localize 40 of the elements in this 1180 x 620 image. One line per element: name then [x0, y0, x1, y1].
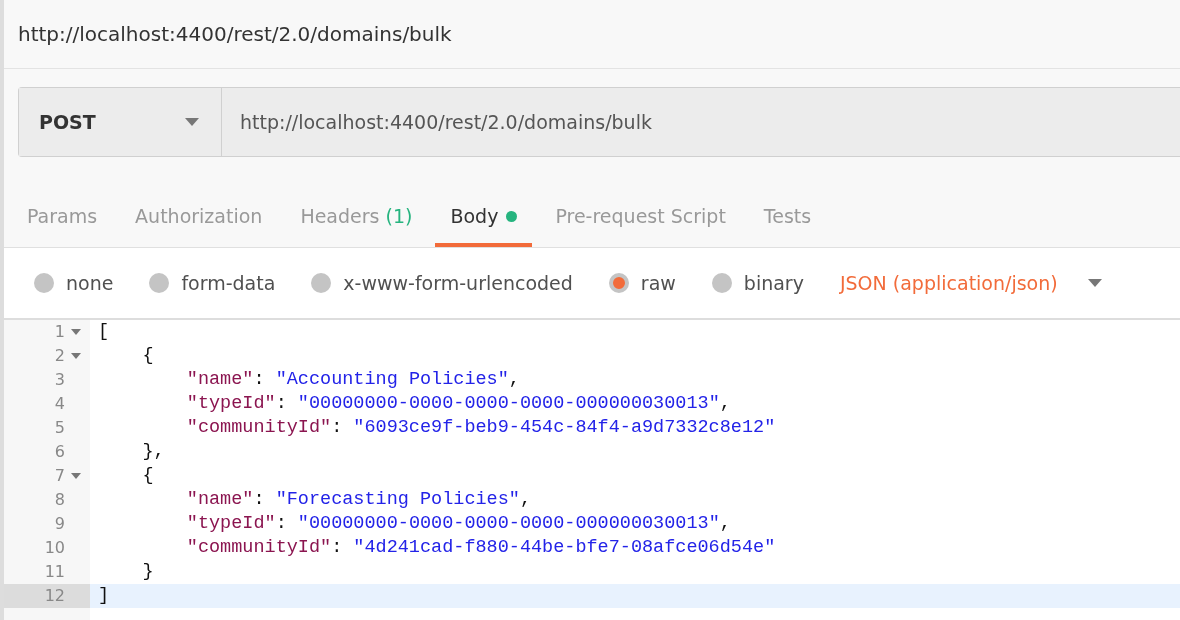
line-number: 12: [44, 585, 65, 607]
line-number: 10: [44, 537, 65, 559]
code-line: },: [141, 440, 165, 464]
radio-button[interactable]: [34, 273, 54, 293]
code-line: "name": "Accounting Policies",: [185, 368, 520, 392]
code-line: [: [97, 320, 110, 344]
radio-option[interactable]: raw: [608, 272, 676, 294]
radio-button[interactable]: [608, 273, 629, 293]
request-title: http://localhost:4400/rest/2.0/domains/bulk: [18, 22, 452, 46]
line-number: 3: [54, 369, 65, 391]
line-number: 2: [54, 345, 65, 367]
radio-option[interactable]: form-data: [149, 272, 276, 294]
line-number: 8: [54, 489, 65, 511]
line-number: 4: [54, 393, 65, 415]
code-line: {: [141, 344, 154, 368]
fold-icon[interactable]: [71, 473, 81, 479]
line-number: 1: [54, 321, 65, 343]
code-line: "typeId": "00000000-0000-0000-0000-000000030013",: [185, 392, 731, 416]
fold-icon[interactable]: [71, 329, 81, 335]
line-number: 9: [54, 513, 65, 535]
line-number: 6: [54, 441, 65, 463]
line-number: 11: [44, 561, 65, 583]
code-line: {: [141, 464, 154, 488]
radio-button[interactable]: [149, 273, 170, 293]
code-line: "communityId": "4d241cad-f880-44be-bfe7-08afce06d54e": [185, 536, 776, 560]
code-line: }: [141, 560, 154, 584]
code-line: "communityId": "6093ce9f-beb9-454c-84f4-a9d7332c8e12": [185, 416, 776, 440]
tab-count: (1): [384, 205, 413, 227]
code-line: "typeId": "00000000-0000-0000-0000-000000030013",: [185, 512, 731, 536]
line-number: 5: [54, 417, 65, 439]
code-line: "name": "Forecasting Policies",: [185, 488, 531, 512]
radio-option[interactable]: x-www-form-urlencoded: [311, 272, 573, 294]
radio-option[interactable]: none: [34, 272, 114, 294]
line-number: 7: [54, 465, 65, 487]
fold-icon[interactable]: [71, 353, 81, 359]
code-line: ]: [97, 584, 110, 608]
radio-button[interactable]: [711, 273, 732, 293]
radio-option[interactable]: binary: [711, 272, 804, 294]
caret-icon: [1087, 279, 1102, 287]
radio-button[interactable]: [311, 273, 332, 293]
